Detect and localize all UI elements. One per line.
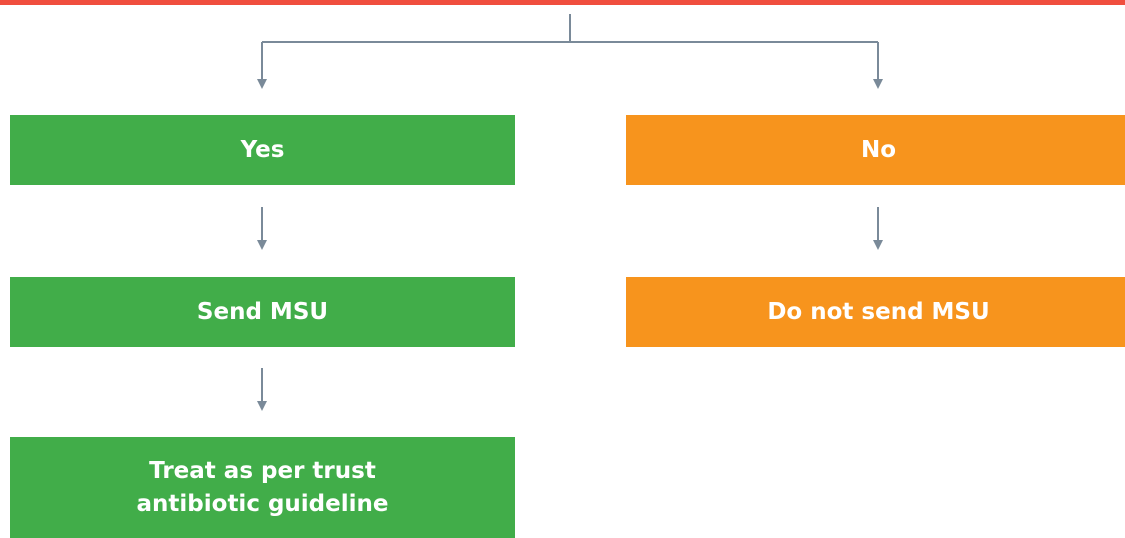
node-do-not-send-msu: Do not send MSU [626,277,1125,347]
node-yes-label: Yes [240,136,285,163]
node-no-label: No [860,136,897,163]
node-do-not-send-msu-label: Do not send MSU [767,298,990,325]
node-treat-antibiotic: Treat as per trust antibiotic guideline [10,437,515,538]
node-send-msu: Send MSU [10,277,515,347]
node-yes: Yes [10,115,515,185]
node-treat-antibiotic-label: Treat as per trust antibiotic guideline [136,457,389,517]
node-no: No [626,115,1125,185]
node-send-msu-label: Send MSU [196,298,329,325]
